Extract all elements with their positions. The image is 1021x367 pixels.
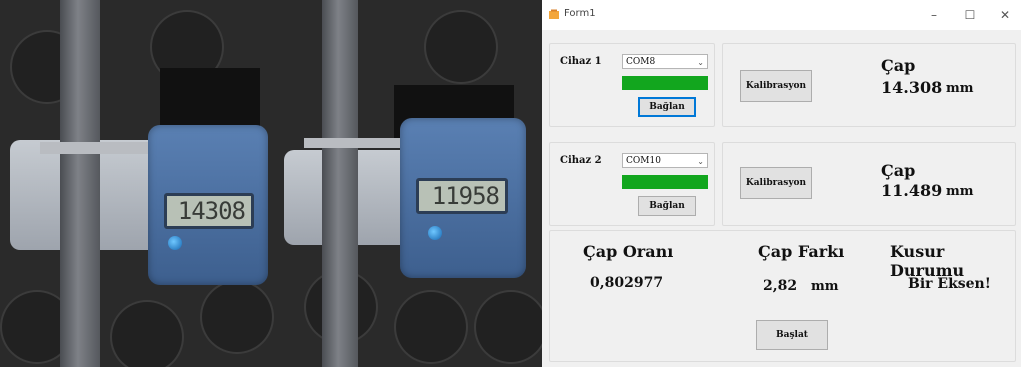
device2-label: Cihaz 2 (560, 155, 602, 166)
device1-label: Cihaz 1 (560, 56, 602, 67)
device1-unit: mm (946, 81, 974, 96)
device1-diameter-value: 14.308 (881, 78, 943, 97)
device2-calibrate-button[interactable]: Kalibrasyon (740, 167, 812, 199)
mat-pattern (474, 290, 542, 364)
device2-measurement-group: Kalibrasyon Çap 11.489 mm (722, 142, 1016, 226)
ratio-label: Çap Oranı (583, 242, 674, 261)
device1-diameter-label: Çap (881, 56, 916, 75)
device2-connection-group: Cihaz 2 COM10 ⌄ Bağlan (549, 142, 715, 226)
device2-diameter-value: 11.489 (881, 181, 943, 200)
close-button[interactable]: ✕ (987, 0, 1021, 30)
form-window: Form1 – ☐ ✕ Cihaz 1 COM8 ⌄ Bağlan Kalibr… (542, 0, 1021, 367)
device1-port-value: COM8 (626, 57, 656, 67)
measured-rod (60, 0, 100, 367)
defect-label: Kusur Durumu (890, 242, 965, 280)
chevron-down-icon: ⌄ (697, 157, 704, 166)
measured-rod (322, 0, 358, 367)
device2-port-value: COM10 (626, 156, 661, 166)
diff-value: 2,82 (763, 278, 798, 294)
micrometer-display: 11958 (416, 178, 508, 214)
device2-connect-button[interactable]: Bağlan (638, 196, 696, 216)
minimize-button[interactable]: – (916, 0, 952, 30)
device2-port-select[interactable]: COM10 ⌄ (622, 153, 708, 168)
app-icon (549, 9, 559, 19)
device2-status-indicator (622, 175, 708, 189)
micrometer-photo-right: 11958 (284, 0, 542, 367)
device1-port-select[interactable]: COM8 ⌄ (622, 54, 708, 69)
device1-measurement-group: Kalibrasyon Çap 14.308 mm (722, 43, 1016, 127)
device1-connection-group: Cihaz 1 COM8 ⌄ Bağlan (549, 43, 715, 127)
device1-status-indicator (622, 76, 708, 90)
maximize-button[interactable]: ☐ (952, 0, 988, 30)
results-group: Çap Oranı 0,802977 Çap Farkı 2,82 mm Kus… (549, 230, 1016, 362)
micrometer-button-icon (168, 236, 182, 250)
window-title: Form1 (564, 8, 596, 19)
micrometer-photo-left: 14308 (0, 0, 284, 367)
chevron-down-icon: ⌄ (697, 58, 704, 67)
diff-label: Çap Farkı (758, 242, 845, 261)
ratio-value: 0,802977 (590, 275, 664, 291)
device1-calibrate-button[interactable]: Kalibrasyon (740, 70, 812, 102)
title-bar: Form1 – ☐ ✕ (542, 0, 1021, 30)
micrometer-button-icon (428, 226, 442, 240)
micrometer-display: 14308 (164, 193, 254, 229)
mat-pattern (200, 280, 274, 354)
dark-pad (160, 68, 260, 128)
device2-diameter-label: Çap (881, 161, 916, 180)
diff-unit: mm (811, 279, 839, 294)
start-button[interactable]: Başlat (756, 320, 828, 350)
mat-pattern (110, 300, 184, 367)
mat-pattern (394, 290, 468, 364)
defect-value: Bir Eksen! (908, 276, 991, 292)
device1-connect-button[interactable]: Bağlan (638, 97, 696, 117)
device2-unit: mm (946, 184, 974, 199)
mat-pattern (424, 10, 498, 84)
